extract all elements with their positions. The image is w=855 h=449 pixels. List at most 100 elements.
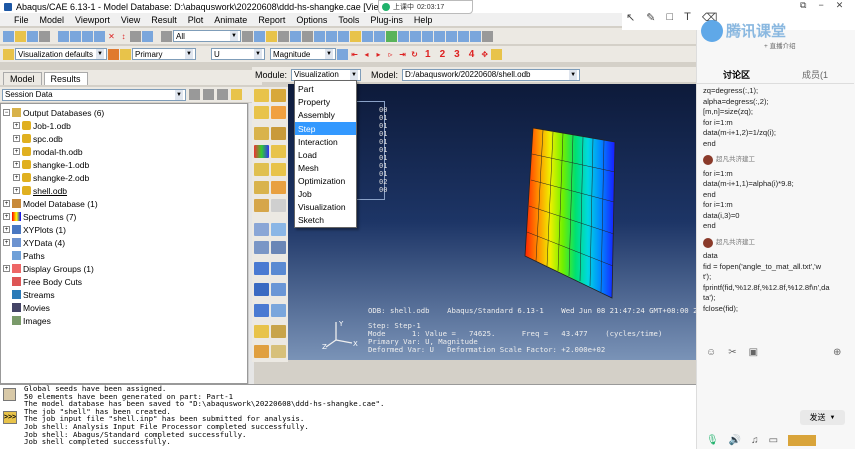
replace-icon[interactable] xyxy=(254,30,265,42)
module-option[interactable]: Load xyxy=(295,148,356,161)
render-shaded-icon[interactable] xyxy=(338,30,349,42)
contour-options-icon[interactable] xyxy=(254,145,269,158)
display-group-icon[interactable] xyxy=(242,30,253,42)
new-icon[interactable] xyxy=(3,30,14,42)
send-button[interactable]: 发送 ▼ xyxy=(800,410,845,425)
field-output-icon[interactable] xyxy=(120,48,131,60)
tab-model[interactable]: Model xyxy=(3,72,42,85)
frame-4-button[interactable]: 4 xyxy=(469,49,475,60)
lights-icon[interactable] xyxy=(386,30,397,42)
display-group-manager-icon[interactable] xyxy=(271,325,286,338)
primary-select[interactable]: Primary ▼ xyxy=(132,48,196,60)
menu-animate[interactable]: Animate xyxy=(214,15,247,25)
frame-1-button[interactable]: 1 xyxy=(425,49,431,60)
next-frame-icon[interactable]: ▹ xyxy=(385,49,396,60)
expand-toggle-icon[interactable]: + xyxy=(3,226,10,233)
plot-material-orientation-icon[interactable] xyxy=(271,127,286,140)
expand-toggle-icon[interactable]: + xyxy=(3,239,10,246)
collapse-icon[interactable] xyxy=(217,89,228,100)
tree-item-odb[interactable]: + Job-1.odb xyxy=(13,119,71,132)
tree-item-spectrums[interactable]: + Spectrums (7) xyxy=(3,210,76,223)
pointer-icon[interactable]: ↖ xyxy=(626,11,635,24)
frame-select-icon[interactable]: ✥ xyxy=(479,49,490,60)
perspective-icon[interactable] xyxy=(362,30,373,42)
menu-options[interactable]: Options xyxy=(296,15,327,25)
component-select[interactable]: Magnitude ▼ xyxy=(270,48,336,60)
pan-icon[interactable] xyxy=(58,30,69,42)
close-icon[interactable]: ✕ xyxy=(836,0,844,11)
tab-discussion[interactable]: 讨论区 xyxy=(723,68,750,81)
tab-results[interactable]: Results xyxy=(43,72,88,85)
create-xy-data-icon[interactable] xyxy=(254,223,269,236)
frame-2-button[interactable]: 2 xyxy=(440,49,446,60)
screen-share-icon[interactable]: ▭ xyxy=(769,435,778,446)
menu-plugins[interactable]: Plug-ins xyxy=(370,15,403,25)
prev-frame-icon[interactable]: ◂ xyxy=(361,49,372,60)
tree-item-images[interactable]: Images xyxy=(12,314,51,327)
expand-toggle-icon[interactable]: + xyxy=(3,213,10,220)
music-icon[interactable]: ♫ xyxy=(751,435,759,446)
plot-contours-deformed-icon[interactable] xyxy=(271,106,286,119)
tree-item-odb[interactable]: + shangke-1.odb xyxy=(13,158,89,171)
create-display-group-icon[interactable] xyxy=(254,325,269,338)
frame-options-icon[interactable] xyxy=(491,48,503,60)
module-option[interactable]: Sketch xyxy=(295,213,356,226)
expand-toggle-icon[interactable]: + xyxy=(3,265,10,272)
frame-3-button[interactable]: 3 xyxy=(454,49,460,60)
tree-item-odb[interactable]: + shell.odb xyxy=(13,184,67,197)
iso-view-icon[interactable] xyxy=(374,30,385,42)
tree-item-streams[interactable]: Streams xyxy=(12,288,55,301)
menu-tools[interactable]: Tools xyxy=(338,15,359,25)
xy-plot-options-icon[interactable] xyxy=(271,241,286,254)
front-view-icon[interactable] xyxy=(398,30,409,42)
rectangle-icon[interactable]: □ xyxy=(666,11,673,24)
filter-icon[interactable] xyxy=(189,89,200,100)
step-frame-icon[interactable] xyxy=(271,345,286,358)
add-icon[interactable]: ⊕ xyxy=(833,347,841,358)
model-select[interactable]: D:/abaquswork/20220608/shell.odb ▼ xyxy=(402,68,581,81)
viz-color-icon[interactable] xyxy=(108,48,119,60)
menu-plot[interactable]: Plot xyxy=(188,15,204,25)
bottom-view-icon[interactable] xyxy=(434,30,445,42)
query-icon[interactable] xyxy=(470,30,481,42)
tree-item-odb[interactable]: + modal-th.odb xyxy=(13,145,83,158)
viz-defaults-select[interactable]: Visualization defaults ▼ xyxy=(15,48,107,60)
refresh-icon[interactable] xyxy=(337,48,348,60)
module-option[interactable]: Job xyxy=(295,187,356,200)
report-tool-icon[interactable] xyxy=(271,304,286,317)
tree-item-xydata[interactable]: + XYData (4) xyxy=(3,236,65,249)
view-cut-manager-icon[interactable] xyxy=(254,262,269,275)
layer-icon[interactable] xyxy=(302,30,313,42)
animation-options-icon[interactable] xyxy=(271,199,286,212)
module-option[interactable]: Property xyxy=(295,95,356,108)
render-hidden-icon[interactable] xyxy=(326,30,337,42)
menu-view[interactable]: View xyxy=(121,15,140,25)
plot-symbols-icon[interactable] xyxy=(254,127,269,140)
add-icon[interactable] xyxy=(266,30,277,42)
tree-item-movies[interactable]: Movies xyxy=(12,301,50,314)
image-icon[interactable]: ▣ xyxy=(749,347,758,358)
microphone-icon[interactable]: 🎙 xyxy=(706,435,719,446)
display-group-select[interactable]: All ▼ xyxy=(173,30,241,42)
collapse-toggle-icon[interactable]: − xyxy=(3,109,10,116)
pen-icon[interactable]: ✎ xyxy=(646,11,655,24)
free-body-cut-manager-icon[interactable] xyxy=(271,262,286,275)
create-stream-icon[interactable] xyxy=(254,283,269,296)
tab-members[interactable]: 成员(1 xyxy=(802,68,828,81)
minimize-icon[interactable]: − xyxy=(818,0,823,11)
module-select[interactable]: Visualization ▼ xyxy=(291,68,362,81)
tree-item-free-body-cuts[interactable]: Free Body Cuts xyxy=(12,275,82,288)
last-frame-icon[interactable]: ⇥ xyxy=(397,49,408,60)
expand-toggle-icon[interactable]: + xyxy=(13,161,20,168)
tree-item-model-database[interactable]: + Model Database (1) xyxy=(3,197,98,210)
tree-item-odb[interactable]: + shangke-2.odb xyxy=(13,171,89,184)
viz-options-icon[interactable] xyxy=(3,48,14,60)
play-icon[interactable]: ▸ xyxy=(373,49,384,60)
view-icon[interactable] xyxy=(130,30,141,42)
create-xy-plot-icon[interactable] xyxy=(254,241,269,254)
module-option[interactable]: Assembly xyxy=(295,108,356,121)
session-select[interactable]: Session Data ▼ xyxy=(2,88,186,101)
left-view-icon[interactable] xyxy=(446,30,457,42)
expand-toggle-icon[interactable]: + xyxy=(13,187,20,194)
animate-harmonic-icon[interactable] xyxy=(254,199,269,212)
